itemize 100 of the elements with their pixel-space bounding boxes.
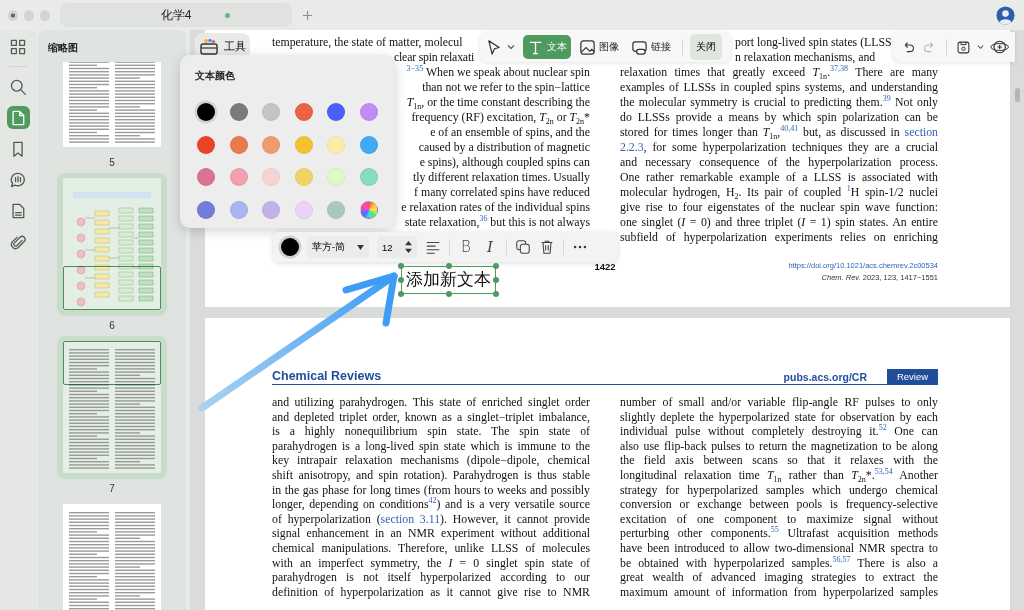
color-swatch[interactable] xyxy=(197,135,215,154)
color-swatch[interactable] xyxy=(197,168,215,186)
text-line: definition of hyperpolarization as it cannot give rise to NMR xyxy=(272,584,590,600)
text-fragment: of hyperpolarization ( xyxy=(272,511,381,526)
text-line: do LLSSs provide a means by which spin polarization can be xyxy=(620,110,938,125)
color-swatch[interactable] xyxy=(294,135,313,154)
document-icon xyxy=(9,201,27,220)
text-line: key intrapair relaxation mechanisms (dipole−dipole, chemical xyxy=(272,453,590,468)
text-line: port long-lived spin states (LLSS xyxy=(735,35,892,50)
color-swatch[interactable] xyxy=(359,168,378,186)
caret-icon[interactable] xyxy=(976,44,984,50)
avatar-icon[interactable] xyxy=(996,5,1015,25)
text-line: e relaxation rates of the individual spins xyxy=(401,200,590,215)
text-line: slightly deplete the hyperpolarized state for observation by each xyxy=(620,409,938,424)
dropdown-caret-icon xyxy=(357,244,364,250)
bold-button[interactable]: B xyxy=(458,238,474,256)
text-line: temperature, the state of matter, molecul xyxy=(272,35,463,50)
text-line: parahydrogen is a long-lived spin state which is immune to the xyxy=(272,438,590,454)
color-swatch[interactable] xyxy=(229,168,248,186)
italic-button[interactable]: I xyxy=(482,238,498,256)
caret-icon[interactable] xyxy=(507,44,515,50)
color-swatch[interactable] xyxy=(262,135,280,154)
grid-icon xyxy=(9,37,27,56)
text-line: e of an ensemble of spins, and the xyxy=(430,125,590,140)
toolbox-icon xyxy=(199,38,219,56)
current-color-button[interactable] xyxy=(281,238,299,256)
comment-icon xyxy=(9,170,27,189)
align-left-icon[interactable] xyxy=(425,239,441,255)
text-line: maximum amount of information from hyperpolarized samples xyxy=(620,584,938,600)
link-tool-button[interactable]: 链接 xyxy=(627,35,675,59)
text-line: excitation of one component to maximize signal without xyxy=(620,511,938,527)
close-button[interactable]: 关闭 xyxy=(690,34,722,60)
thumbnail-card[interactable] xyxy=(57,173,167,316)
text-line: and necessary consequence of the hyperpolarization process. xyxy=(620,155,938,170)
color-swatch[interactable] xyxy=(262,103,280,121)
journal-url: pubs.acs.org/CR xyxy=(783,370,867,384)
text-line: strategy for hyperpolarized samples which undergo chemical xyxy=(620,482,938,498)
text-line: e spins), although coupled spins can xyxy=(419,155,590,170)
new-tab-icon[interactable] xyxy=(302,9,313,21)
page-button[interactable] xyxy=(6,106,30,129)
color-swatch[interactable] xyxy=(327,200,345,219)
color-swatch[interactable] xyxy=(327,103,345,121)
save-icon[interactable] xyxy=(955,38,971,56)
section-link[interactable]: 2.2.3 xyxy=(620,140,644,154)
color-swatch[interactable] xyxy=(262,168,280,186)
article-type-badge: Review xyxy=(887,369,938,384)
text-line: longitudinal relaxation time T$_{1n}$ rather than T$_{2n}$*.$^{53,54}$ Another xyxy=(620,467,938,483)
text-line: $^{3−35}$ When we speak about nuclear spin xyxy=(406,65,590,80)
text-line: longer, depending on conditions$^{42}$) and is a very versatile source xyxy=(272,497,590,512)
section-link[interactable]: section 3.11 xyxy=(380,511,441,526)
link-icon xyxy=(631,38,648,56)
text-line: and utilizing parahydrogen. This state of enriched singlet order xyxy=(272,395,590,410)
text-line: state relaxation,$^{36}$ but this is not always xyxy=(404,215,590,230)
color-swatch[interactable] xyxy=(359,135,378,154)
color-swatch[interactable] xyxy=(197,200,215,219)
section-link[interactable]: section xyxy=(904,125,938,139)
copy-icon[interactable] xyxy=(515,239,531,255)
text-line: shift anisotropy, and spin rotation). Parahydrogen is thus stable xyxy=(272,467,590,483)
text-line: conversion or exchange between pools is frequency-selective xyxy=(620,497,938,512)
delete-icon[interactable] xyxy=(539,239,555,255)
color-swatch[interactable] xyxy=(294,103,313,121)
text-line: and depleted triplet order, known as a singlet−triplet imbalance, xyxy=(272,409,590,425)
color-swatch[interactable] xyxy=(327,135,345,154)
color-swatch[interactable] xyxy=(359,103,378,121)
text-line: have been introduced to allow two-dimensional NMR spectra to xyxy=(620,540,938,556)
image-tool-button[interactable]: 图像 xyxy=(575,35,623,59)
color-swatch[interactable] xyxy=(359,200,378,219)
text-line: T$_{1n}$, or the time constant describing the xyxy=(406,95,590,110)
text-line: individual pulse without completely destroying it.$^{52}$ One can xyxy=(620,424,938,439)
color-swatch[interactable] xyxy=(294,200,313,219)
pointer-icon[interactable] xyxy=(486,38,503,56)
text-annotation-field[interactable]: 添加新文本 xyxy=(398,263,499,297)
color-swatch[interactable] xyxy=(229,103,248,121)
text-line: is a highly nonequilibrium spin state. The spin state of xyxy=(272,424,590,439)
panel-title: 缩略图 xyxy=(47,41,79,55)
font-size-stepper[interactable]: 12 xyxy=(377,236,417,258)
color-swatch[interactable] xyxy=(197,103,215,121)
text-line: also use flip-back pulses to return the magnetization to be along xyxy=(620,438,938,454)
color-swatch[interactable] xyxy=(327,168,345,186)
text-line: examples of LLSSs in coupled spins systems, and understanding xyxy=(620,80,938,95)
text-line: frequency (RF) excitation, T$_{2n}$ or T$_{2n}$* xyxy=(411,110,590,125)
text-line: parahydrogen is not itself hyperpolarized according to our xyxy=(272,570,590,585)
page-icon xyxy=(9,108,27,127)
text-line: clear spin relaxati xyxy=(394,50,475,65)
document-tab[interactable]: 化学4 xyxy=(60,3,292,27)
scrollbar-thumb[interactable] xyxy=(1015,88,1020,102)
font-dropdown[interactable]: 苹方-简 xyxy=(307,236,369,258)
window-close-button[interactable] xyxy=(8,9,18,21)
color-swatch[interactable] xyxy=(229,200,248,219)
popover-title: 文本颜色 xyxy=(195,69,236,83)
color-swatch[interactable] xyxy=(262,200,280,219)
text-line: tly different relaxation times. Usually xyxy=(412,170,590,185)
color-swatch[interactable] xyxy=(229,135,248,154)
text-line: One rather remarkable example of a LLSS is associated with xyxy=(620,170,938,185)
text-fragment: stored for times longer than T$_{1n}$,$^{40,41}$ but, as discussed in xyxy=(620,125,901,139)
text-line: subfield of hyperpolarization experiments relies on enriching xyxy=(620,230,938,245)
color-swatch[interactable] xyxy=(294,168,313,186)
page-number-label: 7 xyxy=(109,482,115,496)
thumbnail-card[interactable] xyxy=(57,336,167,479)
text-line: caused by a distribution of magnetic xyxy=(418,140,590,155)
